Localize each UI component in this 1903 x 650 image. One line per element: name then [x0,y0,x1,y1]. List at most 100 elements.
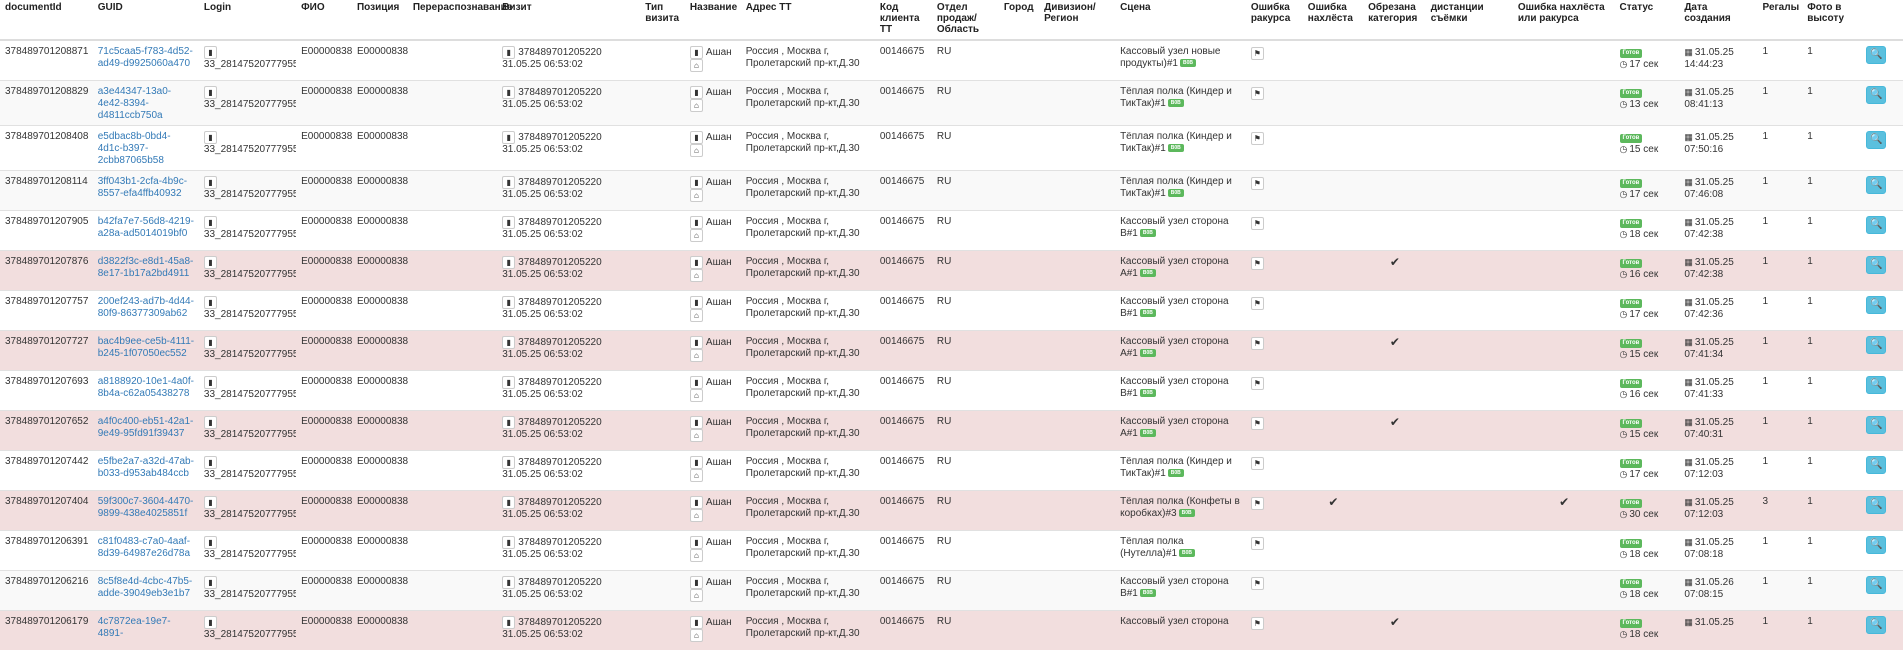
col-city[interactable]: Город [999,0,1039,40]
guid-link[interactable]: a4f0c400-eb51-42a1-9e49-95fd91f39437 [98,416,195,440]
col-name[interactable]: Название [685,0,741,40]
document-icon[interactable]: ▮ [204,46,217,59]
document-icon[interactable]: ▮ [502,336,515,349]
document-icon[interactable]: ▮ [690,496,703,509]
home-icon[interactable]: ⌂ [690,269,703,282]
col-client-code[interactable]: Код клиента ТТ [875,0,932,40]
col-visit[interactable]: Визит [497,0,640,40]
document-icon[interactable]: ▮ [690,176,703,189]
search-button[interactable]: 🔍 [1866,131,1886,149]
home-icon[interactable]: ⌂ [690,99,703,112]
document-icon[interactable]: ▮ [204,216,217,229]
table-row[interactable]: 378489701208114 3ff043b1-2cfa-4b9c-8557-… [0,171,1903,211]
flag-icon[interactable]: ⚑ [1251,337,1264,350]
document-icon[interactable]: ▮ [204,536,217,549]
search-button[interactable]: 🔍 [1866,416,1886,434]
document-icon[interactable]: ▮ [204,416,217,429]
document-icon[interactable]: ▮ [204,616,217,629]
document-icon[interactable]: ▮ [204,86,217,99]
col-overlap-or-angle[interactable]: Ошибка нахлёста или ракурса [1513,0,1615,40]
home-icon[interactable]: ⌂ [690,229,703,242]
search-button[interactable]: 🔍 [1866,216,1886,234]
document-icon[interactable]: ▮ [204,576,217,589]
flag-icon[interactable]: ⚑ [1251,257,1264,270]
col-fio[interactable]: ФИО [296,0,352,40]
home-icon[interactable]: ⌂ [690,349,703,362]
document-icon[interactable]: ▮ [204,376,217,389]
flag-icon[interactable]: ⚑ [1251,377,1264,390]
guid-link[interactable]: 4c7872ea-19e7-4891- [98,616,195,640]
document-icon[interactable]: ▮ [502,216,515,229]
guid-link[interactable]: a3e44347-13a0-4e42-8394-d4811ccb750a [98,86,195,122]
col-distance[interactable]: дистанции съёмки [1426,0,1513,40]
search-button[interactable]: 🔍 [1866,376,1886,394]
home-icon[interactable]: ⌂ [690,389,703,402]
search-button[interactable]: 🔍 [1866,176,1886,194]
home-icon[interactable]: ⌂ [690,144,703,157]
guid-link[interactable]: 200ef243-ad7b-4d44-80f9-86377309ab62 [98,296,195,320]
flag-icon[interactable]: ⚑ [1251,47,1264,60]
document-icon[interactable]: ▮ [502,616,515,629]
guid-link[interactable]: 71c5caa5-f783-4d52-ad49-d9925060a470 [98,46,195,70]
flag-icon[interactable]: ⚑ [1251,87,1264,100]
document-icon[interactable]: ▮ [502,86,515,99]
table-row[interactable]: 378489701207404 59f300c7-3604-4470-9899-… [0,491,1903,531]
search-button[interactable]: 🔍 [1866,256,1886,274]
home-icon[interactable]: ⌂ [690,189,703,202]
guid-link[interactable]: a8188920-10e1-4a0f-8b4a-c62a05438278 [98,376,195,400]
col-overlap-error[interactable]: Ошибка нахлёста [1303,0,1363,40]
table-row[interactable]: 378489701206179 4c7872ea-19e7-4891- ▮33_… [0,611,1903,650]
search-button[interactable]: 🔍 [1866,616,1886,634]
flag-icon[interactable]: ⚑ [1251,457,1264,470]
home-icon[interactable]: ⌂ [690,429,703,442]
col-address[interactable]: Адрес ТТ [741,0,875,40]
document-icon[interactable]: ▮ [502,536,515,549]
col-sales-dept[interactable]: Отдел продаж/ Область [932,0,999,40]
col-login[interactable]: Login [199,0,296,40]
document-icon[interactable]: ▮ [502,496,515,509]
document-icon[interactable]: ▮ [690,616,703,629]
col-rerecognition[interactable]: Перераспознавание [408,0,497,40]
flag-icon[interactable]: ⚑ [1251,497,1264,510]
document-icon[interactable]: ▮ [690,46,703,59]
document-icon[interactable]: ▮ [204,256,217,269]
col-status[interactable]: Статус [1615,0,1680,40]
table-row[interactable]: 378489701207693 a8188920-10e1-4a0f-8b4a-… [0,371,1903,411]
home-icon[interactable]: ⌂ [690,469,703,482]
col-guid[interactable]: GUID [93,0,199,40]
search-button[interactable]: 🔍 [1866,86,1886,104]
flag-icon[interactable]: ⚑ [1251,217,1264,230]
guid-link[interactable]: 8c5f8e4d-4cbc-47b5-adde-39049eb3e1b7 [98,576,195,600]
home-icon[interactable]: ⌂ [690,589,703,602]
document-icon[interactable]: ▮ [204,176,217,189]
document-icon[interactable]: ▮ [690,336,703,349]
document-icon[interactable]: ▮ [502,376,515,389]
home-icon[interactable]: ⌂ [690,509,703,522]
col-division[interactable]: Дивизион/ Регион [1039,0,1115,40]
col-category-cut[interactable]: Обрезана категория [1363,0,1426,40]
document-icon[interactable]: ▮ [690,296,703,309]
document-icon[interactable]: ▮ [690,536,703,549]
document-icon[interactable]: ▮ [204,296,217,309]
flag-icon[interactable]: ⚑ [1251,132,1264,145]
col-created[interactable]: Дата создания [1679,0,1757,40]
document-icon[interactable]: ▮ [502,576,515,589]
document-icon[interactable]: ▮ [690,376,703,389]
document-icon[interactable]: ▮ [204,336,217,349]
search-button[interactable]: 🔍 [1866,456,1886,474]
document-icon[interactable]: ▮ [502,131,515,144]
table-row[interactable]: 378489701208871 71c5caa5-f783-4d52-ad49-… [0,40,1903,81]
col-position[interactable]: Позиция [352,0,408,40]
home-icon[interactable]: ⌂ [690,549,703,562]
guid-link[interactable]: c81f0483-c7a0-4aaf-8d39-64987e26d78a [98,536,195,560]
search-button[interactable]: 🔍 [1866,296,1886,314]
search-button[interactable]: 🔍 [1866,536,1886,554]
col-photo-height[interactable]: Фото в высоту [1802,0,1861,40]
table-row[interactable]: 378489701208408 e5dbac8b-0bd4-4d1c-b397-… [0,126,1903,171]
search-button[interactable]: 🔍 [1866,496,1886,514]
guid-link[interactable]: 3ff043b1-2cfa-4b9c-8557-efa4ffb40932 [98,176,195,200]
document-icon[interactable]: ▮ [502,416,515,429]
document-icon[interactable]: ▮ [502,256,515,269]
col-visit-type[interactable]: Тип визита [640,0,685,40]
document-icon[interactable]: ▮ [204,131,217,144]
